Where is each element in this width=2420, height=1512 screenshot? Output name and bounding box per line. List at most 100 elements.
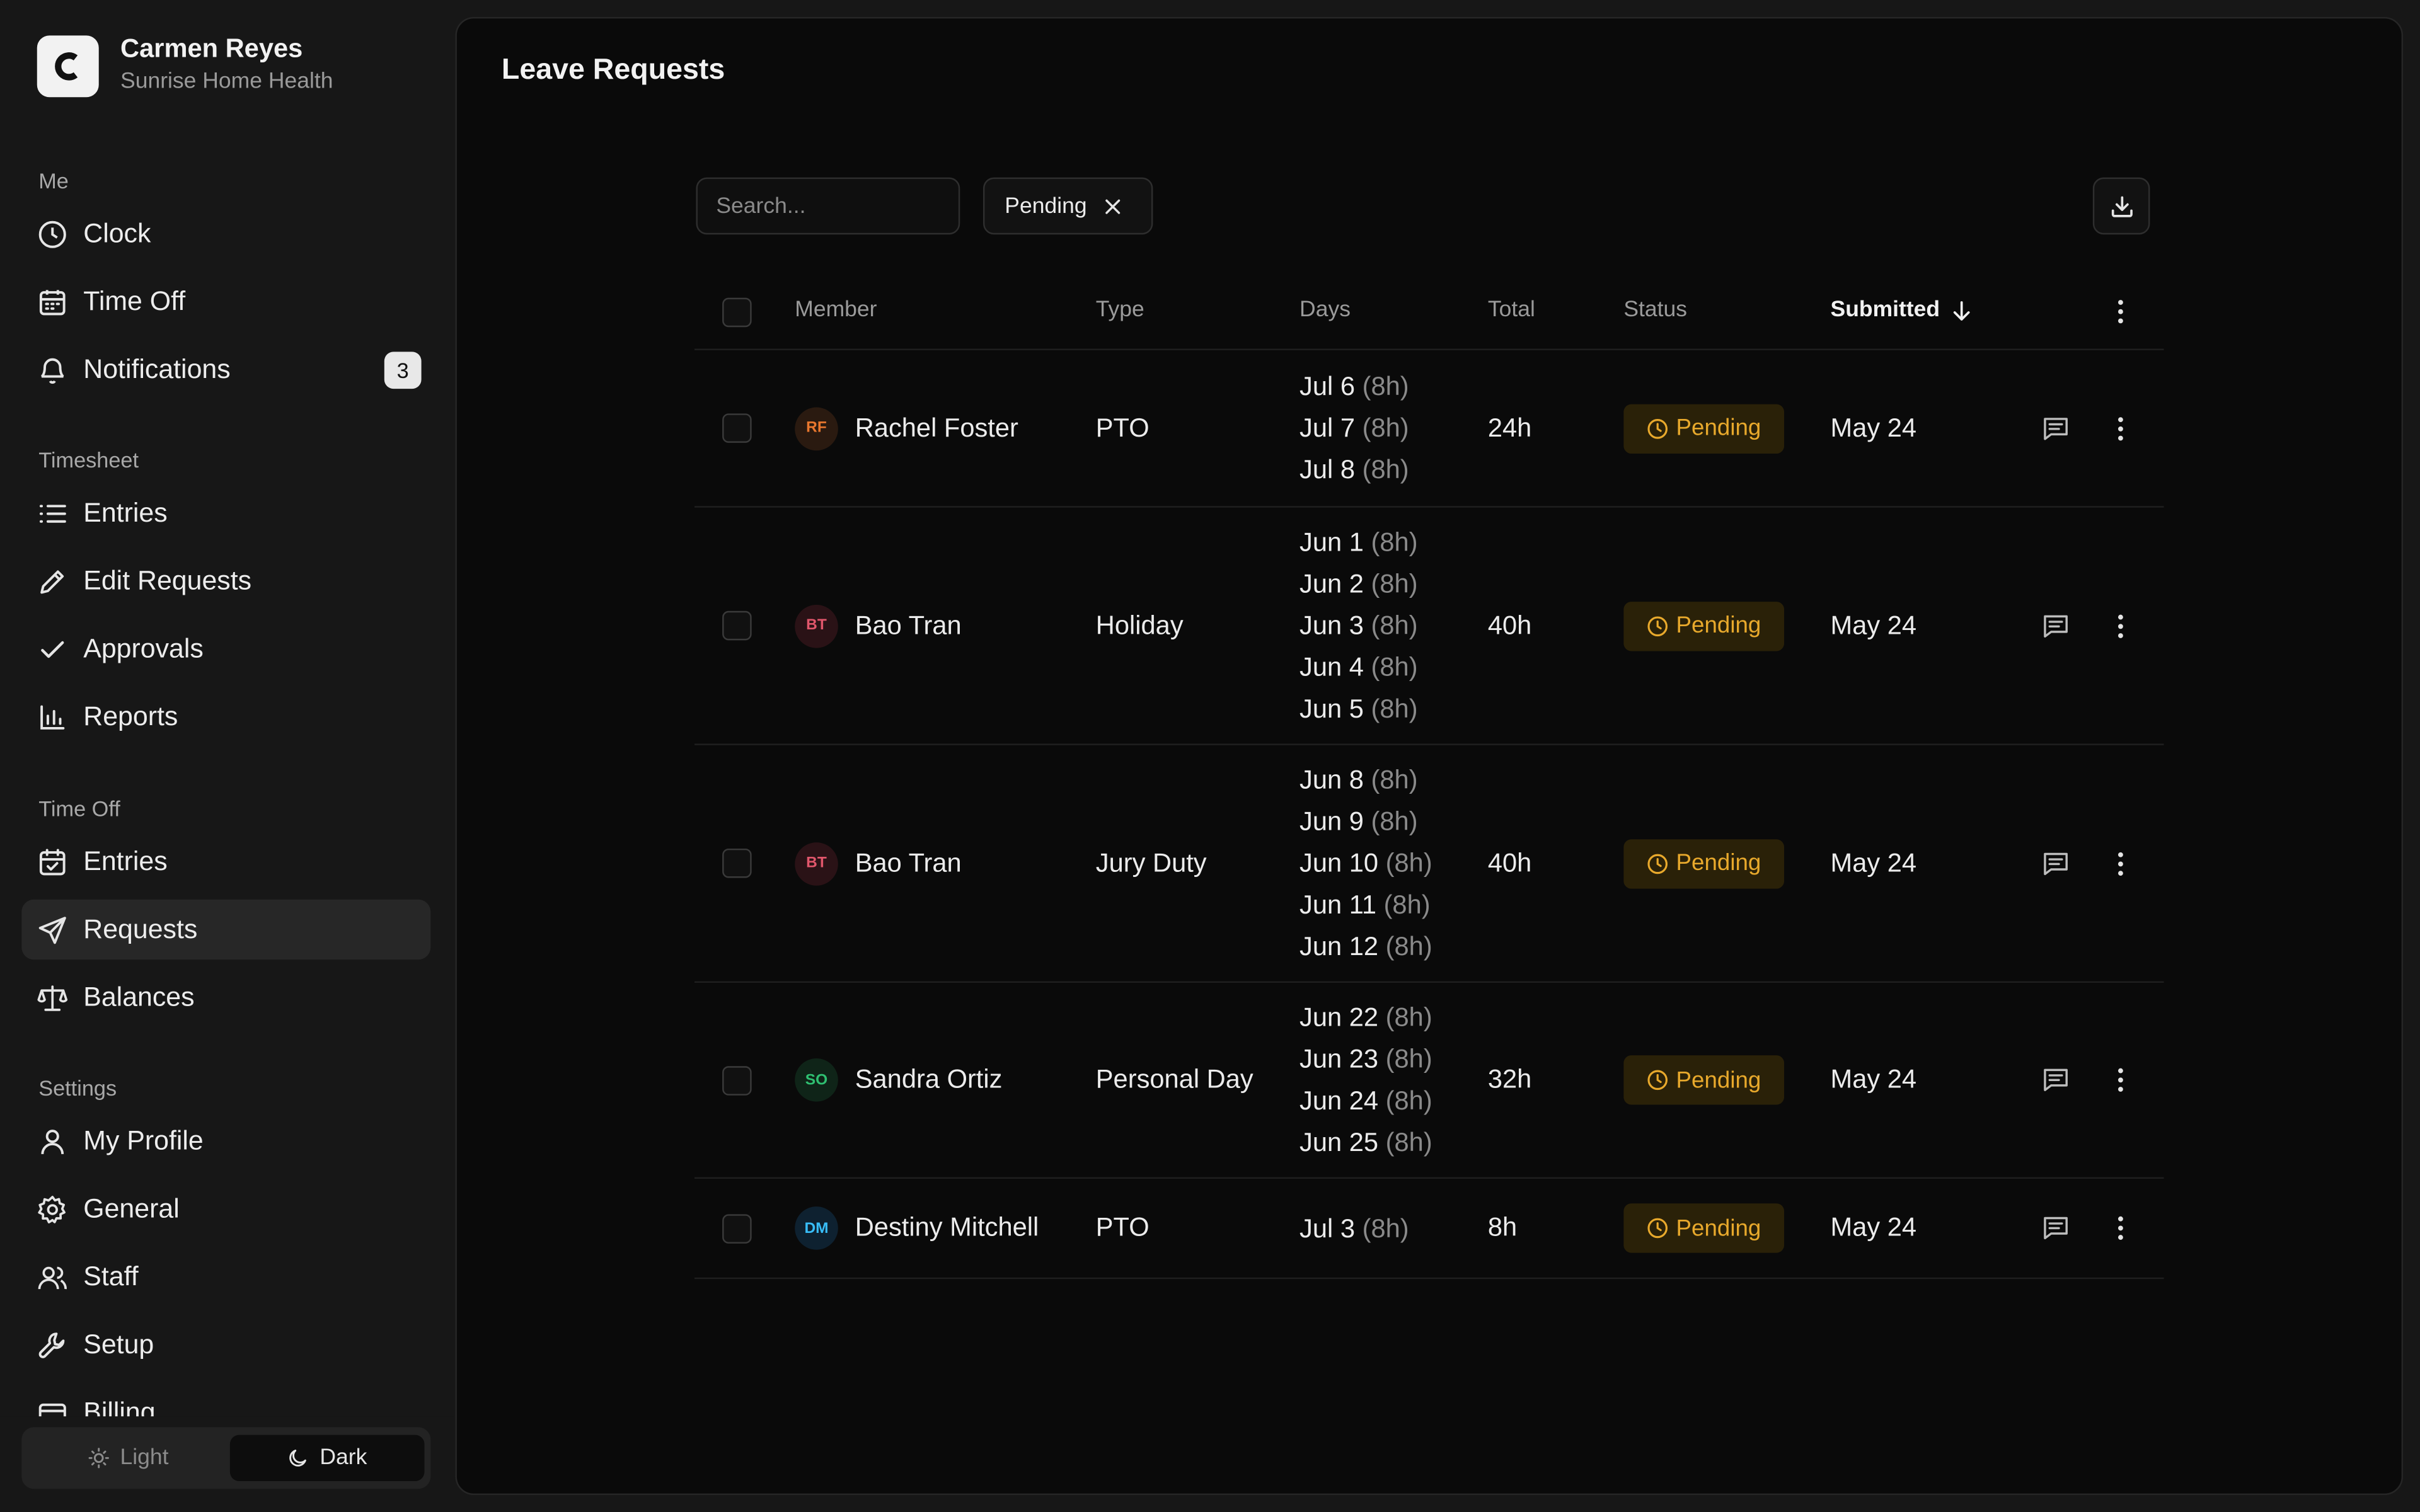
filter-chip-label: Pending (1005, 193, 1087, 219)
download-button[interactable] (2092, 177, 2150, 235)
list-icon (37, 498, 68, 529)
day-hours: (8h) (1362, 413, 1409, 443)
day-hours: (8h) (1371, 527, 1418, 558)
more-vertical-icon (2118, 1068, 2123, 1092)
comment-button[interactable] (2037, 845, 2075, 882)
select-all-checkbox[interactable] (722, 297, 752, 328)
avatar: BT (795, 841, 838, 885)
leave-type: PTO (1095, 413, 1150, 442)
clock-icon (37, 219, 68, 249)
close-icon[interactable] (1105, 198, 1121, 214)
sidebar-item-label: My Profile (83, 1125, 204, 1156)
sidebar-item-setup[interactable]: Setup (21, 1315, 430, 1375)
sidebar-item-my-profile[interactable]: My Profile (21, 1111, 430, 1171)
status-badge: Pending (1623, 600, 1785, 651)
send-icon (37, 914, 68, 945)
row-actions-button[interactable] (2102, 845, 2140, 882)
sidebar-item-notifications[interactable]: Notifications 3 (21, 340, 430, 400)
column-header-member[interactable]: Member (795, 298, 877, 323)
leave-type: Holiday (1095, 610, 1184, 640)
row-actions-button[interactable] (2102, 410, 2140, 447)
more-vertical-icon (2118, 851, 2123, 875)
comment-button[interactable] (2037, 1210, 2075, 1247)
section-label-timesheet: Timesheet (38, 447, 139, 472)
row-checkbox[interactable] (722, 1213, 752, 1243)
sidebar-item-label: Reports (83, 700, 178, 731)
table-row[interactable]: DM Destiny Mitchell PTO 8h May 24 Jul 3 (8h) P… (694, 1179, 2164, 1280)
column-header-type[interactable]: Type (1096, 298, 1144, 323)
sidebar-item-general[interactable]: General (21, 1179, 430, 1239)
column-header-days[interactable]: Days (1299, 298, 1351, 323)
notifications-count-badge: 3 (384, 352, 422, 389)
sidebar-item-time-off-entries[interactable]: Entries (21, 832, 430, 892)
row-checkbox[interactable] (722, 848, 752, 878)
more-vertical-icon (2118, 614, 2123, 638)
comment-icon (2044, 416, 2068, 440)
day-hours: (8h) (1385, 1044, 1432, 1074)
sidebar-item-edit-requests[interactable]: Edit Requests (21, 551, 430, 611)
day-date: Jun 25 (1299, 1128, 1379, 1157)
days-list: Jul 3 (8h) (1299, 1207, 1409, 1249)
comment-button[interactable] (2037, 410, 2075, 447)
sidebar-item-reports[interactable]: Reports (21, 687, 430, 747)
status-label: Pending (1676, 1215, 1761, 1242)
day-hours: (8h) (1385, 1128, 1432, 1157)
row-checkbox[interactable] (722, 413, 752, 443)
arrow-down-icon (1953, 300, 1970, 320)
theme-dark-option[interactable]: Dark (229, 1435, 425, 1482)
sidebar-item-staff[interactable]: Staff (21, 1247, 430, 1307)
sidebar-item-label: Requests (83, 913, 198, 944)
theme-dark-label: Dark (320, 1445, 367, 1470)
theme-light-option[interactable]: Light (28, 1435, 228, 1481)
day-date: Jun 4 (1299, 652, 1364, 682)
day-entry: Jun 3 (8h) (1299, 605, 1418, 646)
sidebar-item-requests[interactable]: Requests (21, 899, 431, 960)
app-logo-icon (37, 35, 99, 97)
table-row[interactable]: RF Rachel Foster PTO 24h May 24 Jul 6 (8h) Jul… (694, 350, 2164, 508)
clock-icon (1647, 418, 1668, 438)
row-actions-button[interactable] (2102, 607, 2140, 644)
table-header: Member Type Days Total Status Submitted (694, 275, 2164, 350)
days-list: Jun 22 (8h) Jun 23 (8h) Jun 24 (8h) Jun 25 … (1299, 997, 1432, 1163)
sidebar-item-approvals[interactable]: Approvals (21, 619, 430, 679)
user-name: Carmen Reyes (120, 33, 303, 64)
days-list: Jun 1 (8h) Jun 2 (8h) Jun 3 (8h) Jun 4 (8h)… (1299, 522, 1418, 730)
column-options-button[interactable] (2102, 293, 2140, 330)
scale-icon (37, 982, 68, 1013)
comment-icon (2044, 852, 2068, 874)
table-row[interactable]: BT Bao Tran Jury Duty 40h May 24 Jun 8 (8h) Ju… (694, 745, 2164, 983)
column-header-submitted[interactable]: Submitted (1831, 298, 1971, 323)
day-entry: Jun 9 (8h) (1299, 801, 1432, 842)
search-input[interactable] (696, 177, 960, 235)
column-header-status[interactable]: Status (1623, 298, 1687, 323)
org-switcher[interactable]: Carmen Reyes Sunrise Home Health (37, 34, 333, 97)
member-name: Destiny Mitchell (855, 1212, 1039, 1242)
day-entry: Jun 24 (8h) (1299, 1080, 1432, 1121)
sidebar-item-clock[interactable]: Clock (21, 203, 430, 264)
comment-button[interactable] (2037, 607, 2075, 644)
sidebar-item-balances[interactable]: Balances (21, 968, 430, 1028)
day-entry: Jun 2 (8h) (1299, 563, 1418, 605)
table-row[interactable]: BT Bao Tran Holiday 40h May 24 Jun 1 (8h) Jun … (694, 508, 2164, 745)
status-filter-chip[interactable]: Pending (983, 177, 1153, 235)
sidebar-item-label: General (83, 1193, 180, 1224)
day-hours: (8h) (1362, 372, 1409, 401)
member-name: Bao Tran (855, 610, 962, 640)
row-checkbox[interactable] (722, 610, 752, 641)
row-actions-button[interactable] (2102, 1210, 2140, 1247)
avatar: RF (795, 406, 838, 450)
days-list: Jun 8 (8h) Jun 9 (8h) Jun 10 (8h) Jun 11 (8… (1299, 759, 1432, 968)
comment-button[interactable] (2037, 1062, 2075, 1099)
row-actions-button[interactable] (2102, 1062, 2140, 1099)
column-header-total[interactable]: Total (1488, 298, 1535, 323)
sidebar-item-label: Clock (83, 217, 151, 249)
calendar-check-icon (37, 846, 68, 877)
comment-icon (2044, 1217, 2068, 1240)
theme-light-label: Light (120, 1445, 169, 1470)
sidebar-item-timesheet-entries[interactable]: Entries (21, 483, 430, 544)
day-date: Jun 8 (1299, 765, 1364, 795)
sidebar-item-time-off[interactable]: Time Off (21, 272, 430, 332)
sidebar-item-label: Balances (83, 981, 195, 1012)
table-row[interactable]: SO Sandra Ortiz Personal Day 32h May 24 Jun 2… (694, 983, 2164, 1179)
row-checkbox[interactable] (722, 1065, 752, 1095)
